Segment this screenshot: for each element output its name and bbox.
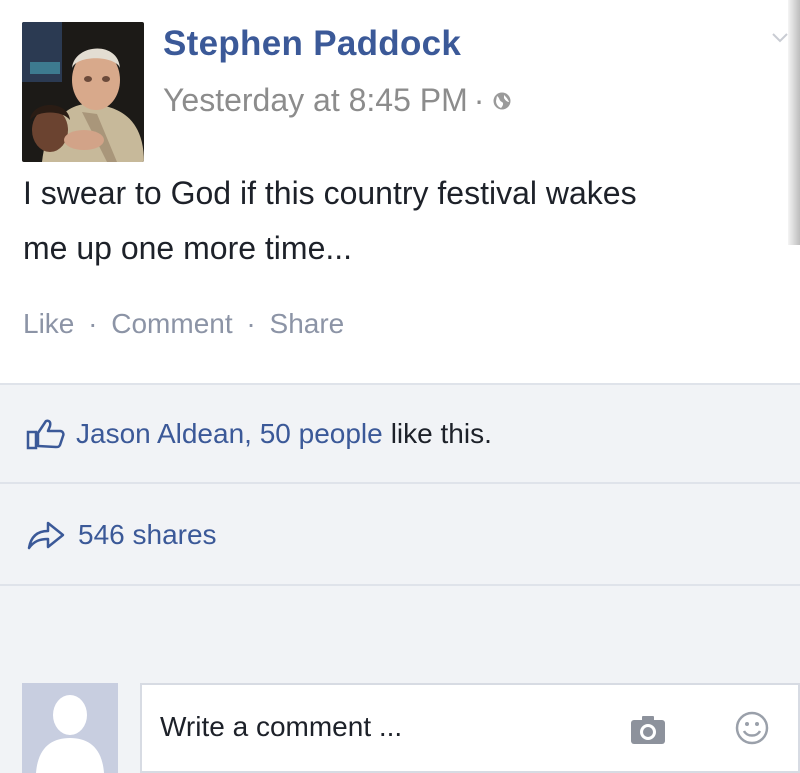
action-separator: ·: [246, 308, 256, 339]
commenter-avatar: [22, 683, 118, 773]
author-avatar[interactable]: [22, 22, 144, 162]
likers-link[interactable]: Jason Aldean, 50 people: [76, 418, 383, 450]
likes-tail: like this.: [390, 418, 492, 449]
post-timestamp[interactable]: Yesterday at 8:45 PM: [163, 82, 468, 119]
comment-input[interactable]: Write a comment ...: [140, 683, 800, 773]
like-link[interactable]: Like: [23, 308, 74, 339]
post-text-line: me up one more time...: [23, 230, 353, 266]
chevron-down-icon[interactable]: [770, 28, 790, 48]
comment-link[interactable]: Comment: [111, 308, 232, 339]
comment-placeholder: Write a comment ...: [160, 711, 403, 742]
post-meta: Yesterday at 8:45 PM ·: [163, 82, 512, 119]
likes-summary: Jason Aldean, 50 people like this.: [26, 418, 492, 450]
action-separator: ·: [88, 308, 98, 339]
divider: [0, 482, 800, 484]
divider: [0, 383, 800, 385]
globe-icon: [493, 92, 511, 109]
shares-summary: 546 shares: [26, 518, 217, 552]
post-actions: Like · Comment · Share: [23, 308, 344, 340]
post-text-line: I swear to God if this country festival …: [23, 175, 637, 211]
shares-link[interactable]: 546 shares: [78, 519, 217, 551]
divider: [0, 584, 800, 586]
share-link[interactable]: Share: [270, 308, 345, 339]
meta-separator: ·: [473, 82, 485, 118]
camera-icon[interactable]: [630, 715, 666, 745]
smiley-icon[interactable]: [734, 710, 770, 746]
post-text: I swear to God if this country festival …: [23, 166, 793, 276]
author-name[interactable]: Stephen Paddock: [163, 24, 461, 64]
thumbs-up-icon: [26, 419, 65, 450]
share-arrow-icon: [27, 521, 65, 550]
